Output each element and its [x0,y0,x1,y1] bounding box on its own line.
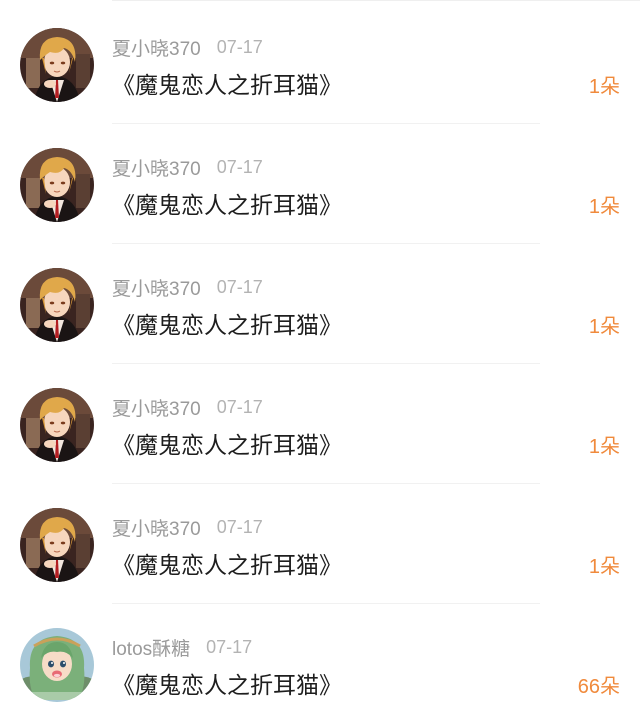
gift-title: 《魔鬼恋人之折耳猫》 [112,673,342,699]
username[interactable]: 夏小晓370 [112,274,201,301]
gift-title: 《魔鬼恋人之折耳猫》 [112,433,342,459]
user-avatar[interactable] [20,148,94,222]
list-item[interactable]: 夏小晓370 07-17 《魔鬼恋人之折耳猫》 1朵 [0,364,640,484]
top-divider [112,0,640,1]
list-item[interactable]: lotos酥糖 07-17 《魔鬼恋人之折耳猫》 66朵 [0,604,640,724]
username[interactable]: 夏小晓370 [112,514,201,541]
flower-count: 66朵 [577,676,620,698]
user-avatar[interactable] [20,628,94,702]
anime-boy-avatar-icon [20,268,94,342]
user-avatar[interactable] [20,388,94,462]
user-avatar[interactable] [20,268,94,342]
record-date: 07-17 [206,636,253,657]
record-meta: 夏小晓370 07-17 [112,154,263,180]
username[interactable]: 夏小晓370 [112,154,201,181]
record-date: 07-17 [216,156,263,177]
list-item[interactable]: 夏小晓370 07-17 《魔鬼恋人之折耳猫》 1朵 [0,484,640,604]
green-hair-girl-avatar-icon [20,628,94,702]
user-avatar[interactable] [20,508,94,582]
list-item[interactable]: 夏小晓370 07-17 《魔鬼恋人之折耳猫》 1朵 [0,4,640,124]
username[interactable]: 夏小晓370 [112,394,201,421]
flower-count: 1朵 [588,196,620,218]
gift-records-list: 夏小晓370 07-17 《魔鬼恋人之折耳猫》 1朵 夏小晓370 07-17 … [0,4,640,724]
anime-boy-avatar-icon [20,388,94,462]
anime-boy-avatar-icon [20,508,94,582]
gift-title: 《魔鬼恋人之折耳猫》 [112,73,342,99]
flower-count: 1朵 [588,556,620,578]
gift-title: 《魔鬼恋人之折耳猫》 [112,553,342,579]
user-avatar[interactable] [20,28,94,102]
username[interactable]: 夏小晓370 [112,34,201,61]
record-meta: 夏小晓370 07-17 [112,274,263,300]
record-meta: 夏小晓370 07-17 [112,394,263,420]
record-meta: lotos酥糖 07-17 [112,634,252,660]
flower-count: 1朵 [588,76,620,98]
anime-boy-avatar-icon [20,28,94,102]
anime-boy-avatar-icon [20,148,94,222]
record-meta: 夏小晓370 07-17 [112,514,263,540]
list-item[interactable]: 夏小晓370 07-17 《魔鬼恋人之折耳猫》 1朵 [0,124,640,244]
record-date: 07-17 [216,516,263,537]
list-item[interactable]: 夏小晓370 07-17 《魔鬼恋人之折耳猫》 1朵 [0,244,640,364]
gift-title: 《魔鬼恋人之折耳猫》 [112,193,342,219]
gift-title: 《魔鬼恋人之折耳猫》 [112,313,342,339]
record-date: 07-17 [216,36,263,57]
record-meta: 夏小晓370 07-17 [112,34,263,60]
flower-count: 1朵 [588,316,620,338]
record-date: 07-17 [216,276,263,297]
flower-count: 1朵 [588,436,620,458]
record-date: 07-17 [216,396,263,417]
username[interactable]: lotos酥糖 [112,634,190,661]
